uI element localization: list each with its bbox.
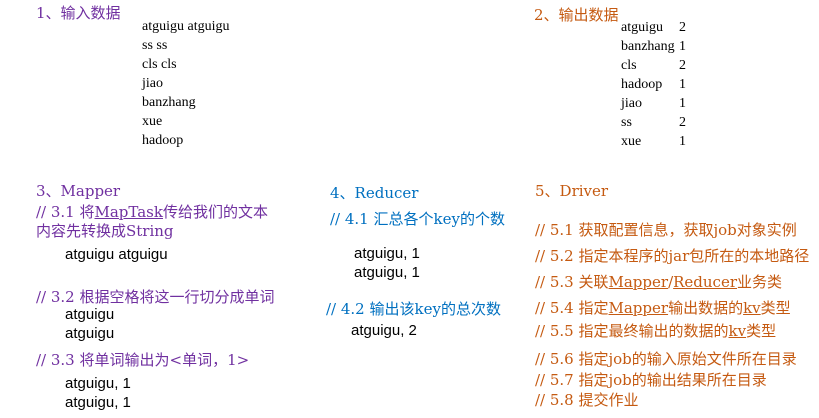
comment-text: // 5.5 指定最终输出的数据的 (535, 322, 729, 340)
comment-text: 输出数据的 (668, 299, 744, 317)
comment-text: 传给我们的文本 (162, 203, 268, 221)
output-key: xue (621, 134, 642, 149)
output-key: atguigu (621, 20, 663, 35)
comment-text: 业务类 (737, 273, 783, 291)
mapper-comment-3-2: // 3.2 根据空格将这一行切分成单词 (36, 288, 275, 306)
comment-text: 类型 (746, 322, 777, 340)
maptask-term: MapTask (94, 203, 163, 221)
output-count: 2 (679, 20, 686, 35)
output-row: cls 2 (621, 56, 686, 75)
output-row: ss 2 (621, 113, 686, 132)
code-line: atguigu, 1 (354, 245, 420, 262)
mapper-comment-3-1-cont: 内容先转换成String (36, 222, 174, 240)
output-key: hadoop (621, 77, 663, 92)
mapper-code-2: atguigu atguigu (65, 305, 114, 343)
output-count: 1 (679, 96, 686, 111)
output-count: 1 (679, 39, 686, 54)
driver-comment-5-2: // 5.2 指定本程序的jar包所在的本地路径 (535, 247, 810, 265)
output-count: 2 (679, 58, 686, 73)
kv-term: kv (743, 299, 761, 317)
mapper-comment-3-3: // 3.3 将单词输出为<单词，1> (36, 351, 250, 369)
output-row: banzhang 1 (621, 37, 686, 56)
reducer-code-2: atguigu, 2 (351, 322, 417, 339)
output-data-table: atguigu 2 banzhang 1 cls 2 hadoop 1 jiao 1 ss… (621, 18, 686, 151)
input-line: hadoop (142, 133, 184, 148)
input-line: cls cls (142, 57, 177, 72)
mapper-term: Mapper (608, 273, 669, 291)
reducer-term: Reducer (673, 273, 738, 291)
mapper-term: Mapper (608, 299, 669, 317)
code-line: atguigu, 1 (65, 394, 131, 411)
driver-comment-5-7: // 5.7 指定job的输出结果所在目录 (535, 371, 767, 389)
mapper-comment-3-1: // 3.1 将MapTask传给我们的文本 (36, 201, 268, 222)
comment-text: 类型 (760, 299, 791, 317)
comment-text: // 3.1 将 (36, 203, 95, 221)
input-line: banzhang (142, 95, 196, 110)
driver-comment-5-4: // 5.4 指定Mapper输出数据的kv类型 (535, 297, 791, 318)
comment-text: // 5.3 关联 (535, 273, 609, 291)
reducer-comment-4-1: // 4.1 汇总各个key的个数 (330, 210, 505, 228)
code-line: atguigu (65, 325, 115, 342)
output-row: atguigu 2 (621, 18, 686, 37)
driver-title: 5、Driver (535, 182, 609, 200)
input-data-title: 1、输入数据 (36, 4, 121, 22)
driver-comment-5-5: // 5.5 指定最终输出的数据的kv类型 (535, 320, 776, 341)
driver-comment-5-8: // 5.8 提交作业 (535, 391, 639, 409)
output-key: jiao (621, 96, 642, 111)
comment-text: // 5.4 指定 (535, 299, 609, 317)
driver-comment-5-6: // 5.6 指定job的输入原始文件所在目录 (535, 350, 797, 368)
driver-comment-5-3: // 5.3 关联Mapper/Reducer业务类 (535, 271, 782, 292)
output-row: hadoop 1 (621, 75, 686, 94)
output-data-title: 2、输出数据 (534, 6, 619, 24)
kv-term: kv (728, 322, 747, 340)
output-key: banzhang (621, 39, 675, 54)
input-line: ss ss (142, 38, 168, 53)
reducer-title: 4、Reducer (330, 184, 419, 202)
input-line: xue (142, 114, 163, 129)
reducer-code-1: atguigu, 1 atguigu, 1 (354, 244, 420, 282)
input-data-list: atguigu atguigu ss ss cls cls jiao banzh… (142, 17, 230, 150)
driver-comment-5-1: // 5.1 获取配置信息，获取job对象实例 (535, 221, 797, 239)
mapper-title: 3、Mapper (36, 182, 121, 200)
output-row: jiao 1 (621, 94, 686, 113)
output-count: 2 (679, 115, 686, 130)
code-line: atguigu, 1 (354, 264, 420, 281)
output-key: cls (621, 58, 637, 73)
mapper-code-3: atguigu, 1 atguigu, 1 (65, 374, 131, 412)
input-line: atguigu atguigu (142, 19, 230, 34)
reducer-comment-4-2: // 4.2 输出该key的总次数 (326, 300, 501, 318)
output-count: 1 (679, 77, 686, 92)
output-count: 1 (679, 134, 686, 149)
output-row: xue 1 (621, 132, 686, 151)
input-line: jiao (142, 76, 163, 91)
output-key: ss (621, 115, 632, 130)
code-line: atguigu (65, 306, 115, 323)
mapper-code-1: atguigu atguigu (65, 246, 168, 263)
code-line: atguigu, 1 (65, 375, 131, 392)
